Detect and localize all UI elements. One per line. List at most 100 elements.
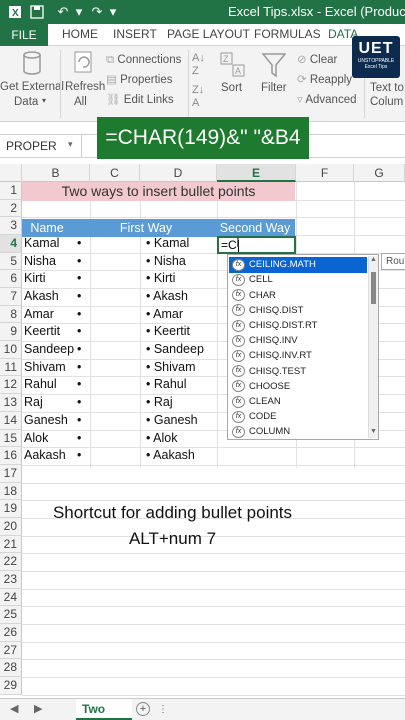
second-way-cell[interactable]: • Shivam [146, 360, 196, 374]
row-header[interactable]: 11 [0, 358, 22, 377]
name-cell[interactable]: Akash [24, 289, 59, 303]
autocomplete-item[interactable]: fx CHISQ.DIST [229, 303, 367, 319]
first-way-cell[interactable]: • [77, 360, 81, 374]
first-way-cell[interactable]: • [77, 289, 81, 303]
header-first-way[interactable]: First Way [90, 219, 202, 237]
name-cell[interactable]: Alok [24, 431, 48, 445]
tab-formulas[interactable]: FORMULAS [254, 27, 321, 41]
properties-button[interactable]: ▤ Properties [106, 70, 172, 88]
row-header[interactable]: 27 [0, 641, 22, 660]
name-cell[interactable]: Amar [24, 307, 54, 321]
second-way-cell[interactable]: • Kamal [146, 236, 189, 250]
save-icon[interactable] [28, 3, 46, 21]
row-header[interactable]: 10 [0, 341, 22, 359]
select-all-corner[interactable] [0, 164, 22, 182]
second-way-cell[interactable]: • Sandeep [146, 342, 204, 356]
first-way-cell[interactable]: • [77, 448, 81, 462]
edit-links-button[interactable]: ⛓ Edit Links [106, 90, 174, 108]
tab-page-layout[interactable]: PAGE LAYOUT [167, 27, 250, 41]
second-way-cell[interactable]: • Kirti [146, 271, 175, 285]
row-header[interactable]: 13 [0, 394, 22, 412]
row-header[interactable]: 6 [0, 270, 22, 289]
autocomplete-item[interactable]: fx CEILING.MATH [229, 257, 367, 273]
row-header[interactable]: 17 [0, 464, 22, 483]
autocomplete-item[interactable]: fx CHISQ.TEST [229, 363, 367, 379]
sheet-title-cell[interactable]: Two ways to insert bullet points [22, 182, 295, 201]
second-way-cell[interactable]: • Nisha [146, 254, 186, 268]
refresh-all-button[interactable]: Refresh All [62, 46, 105, 122]
first-way-cell[interactable]: • [77, 413, 81, 427]
name-cell[interactable]: Kirti [24, 271, 46, 285]
name-cell[interactable]: Keertit [24, 324, 60, 338]
first-way-cell[interactable]: • [77, 431, 81, 445]
row-header[interactable]: 4 [0, 235, 22, 253]
row-header[interactable]: 15 [0, 429, 22, 448]
row-header[interactable]: 8 [0, 305, 22, 324]
row-header[interactable]: 16 [0, 447, 22, 465]
name-cell[interactable]: Nisha [24, 254, 56, 268]
column-header-b[interactable]: B [22, 164, 90, 182]
sort-az-icon[interactable]: A↓ Z [192, 52, 205, 78]
undo-dropdown-icon[interactable]: ▾ [70, 3, 88, 21]
second-way-cell[interactable]: • Raj [146, 395, 173, 409]
name-cell[interactable]: Rahul [24, 377, 57, 391]
active-cell-e4[interactable]: =C [217, 236, 296, 254]
row-header[interactable]: 29 [0, 677, 22, 695]
column-header-f[interactable]: F [296, 164, 354, 182]
first-way-cell[interactable]: • [77, 395, 81, 409]
get-external-data-button[interactable]: Get External Data ▾ [0, 46, 64, 122]
name-cell[interactable]: Kamal [24, 236, 59, 250]
column-header-g[interactable]: G [354, 164, 405, 182]
scroll-up-icon[interactable]: ▲ [370, 256, 377, 263]
autocomplete-item[interactable]: fx CHOOSE [229, 379, 367, 395]
row-header[interactable]: 3 [0, 217, 22, 236]
second-way-cell[interactable]: • Ganesh [146, 413, 198, 427]
row-header[interactable]: 14 [0, 411, 22, 430]
autocomplete-item[interactable]: fx CLEAN [229, 394, 367, 410]
first-way-cell[interactable]: • [77, 236, 81, 250]
name-cell[interactable]: Raj [24, 395, 43, 409]
second-way-cell[interactable]: • Akash [146, 289, 188, 303]
row-header[interactable]: 7 [0, 288, 22, 306]
first-way-cell[interactable]: • [77, 377, 81, 391]
second-way-cell[interactable]: • Alok [146, 431, 177, 445]
advanced-button[interactable]: ▿ Advanced [297, 90, 357, 108]
name-cell[interactable]: Ganesh [24, 413, 68, 427]
row-header[interactable]: 18 [0, 482, 22, 501]
tab-home[interactable]: HOME [62, 27, 98, 41]
connections-button[interactable]: ⧉ Connections [106, 50, 181, 68]
row-header[interactable]: 2 [0, 199, 22, 218]
second-way-cell[interactable]: • Rahul [146, 377, 187, 391]
sheet-options-icon[interactable]: ⋮ [158, 704, 168, 715]
tab-file[interactable]: FILE [0, 24, 48, 46]
autocomplete-item[interactable]: fx CHISQ.DIST.RT [229, 318, 367, 334]
autocomplete-item[interactable]: fx CHAR [229, 287, 367, 303]
row-header[interactable]: 25 [0, 606, 22, 624]
column-header-d[interactable]: D [140, 164, 217, 182]
row-header[interactable]: 1 [0, 182, 22, 200]
sheet-prev-icon[interactable]: ◀ [10, 702, 18, 715]
row-header[interactable]: 28 [0, 659, 22, 678]
second-way-cell[interactable]: • Amar [146, 307, 183, 321]
column-header-e[interactable]: E [217, 164, 296, 182]
first-way-cell[interactable]: • [77, 307, 81, 321]
redo-dropdown-icon[interactable]: ▾ [104, 3, 122, 21]
first-way-cell[interactable]: • [77, 271, 81, 285]
autocomplete-item[interactable]: fx CHISQ.INV [229, 333, 367, 349]
column-header-c[interactable]: C [90, 164, 140, 182]
row-header[interactable]: 9 [0, 323, 22, 342]
second-way-cell[interactable]: • Aakash [146, 448, 195, 462]
autocomplete-scrollbar[interactable]: ▲ ▼ [368, 256, 378, 438]
autocomplete-item[interactable]: fx CODE [229, 409, 367, 425]
sort-button[interactable]: ZA Sort [212, 46, 252, 122]
name-cell[interactable]: Shivam [24, 360, 66, 374]
name-box-dropdown-icon[interactable]: ▾ [68, 139, 73, 150]
text-to-columns-button[interactable]: Text to Colum [370, 82, 404, 108]
name-cell[interactable]: Sandeep [24, 342, 74, 356]
row-header[interactable]: 24 [0, 588, 22, 607]
header-second-way[interactable]: Second Way [214, 219, 296, 237]
row-header[interactable]: 5 [0, 252, 22, 271]
row-header[interactable]: 12 [0, 376, 22, 395]
tab-insert[interactable]: INSERT [113, 27, 157, 41]
clear-button[interactable]: ⊘ Clear [297, 50, 337, 68]
